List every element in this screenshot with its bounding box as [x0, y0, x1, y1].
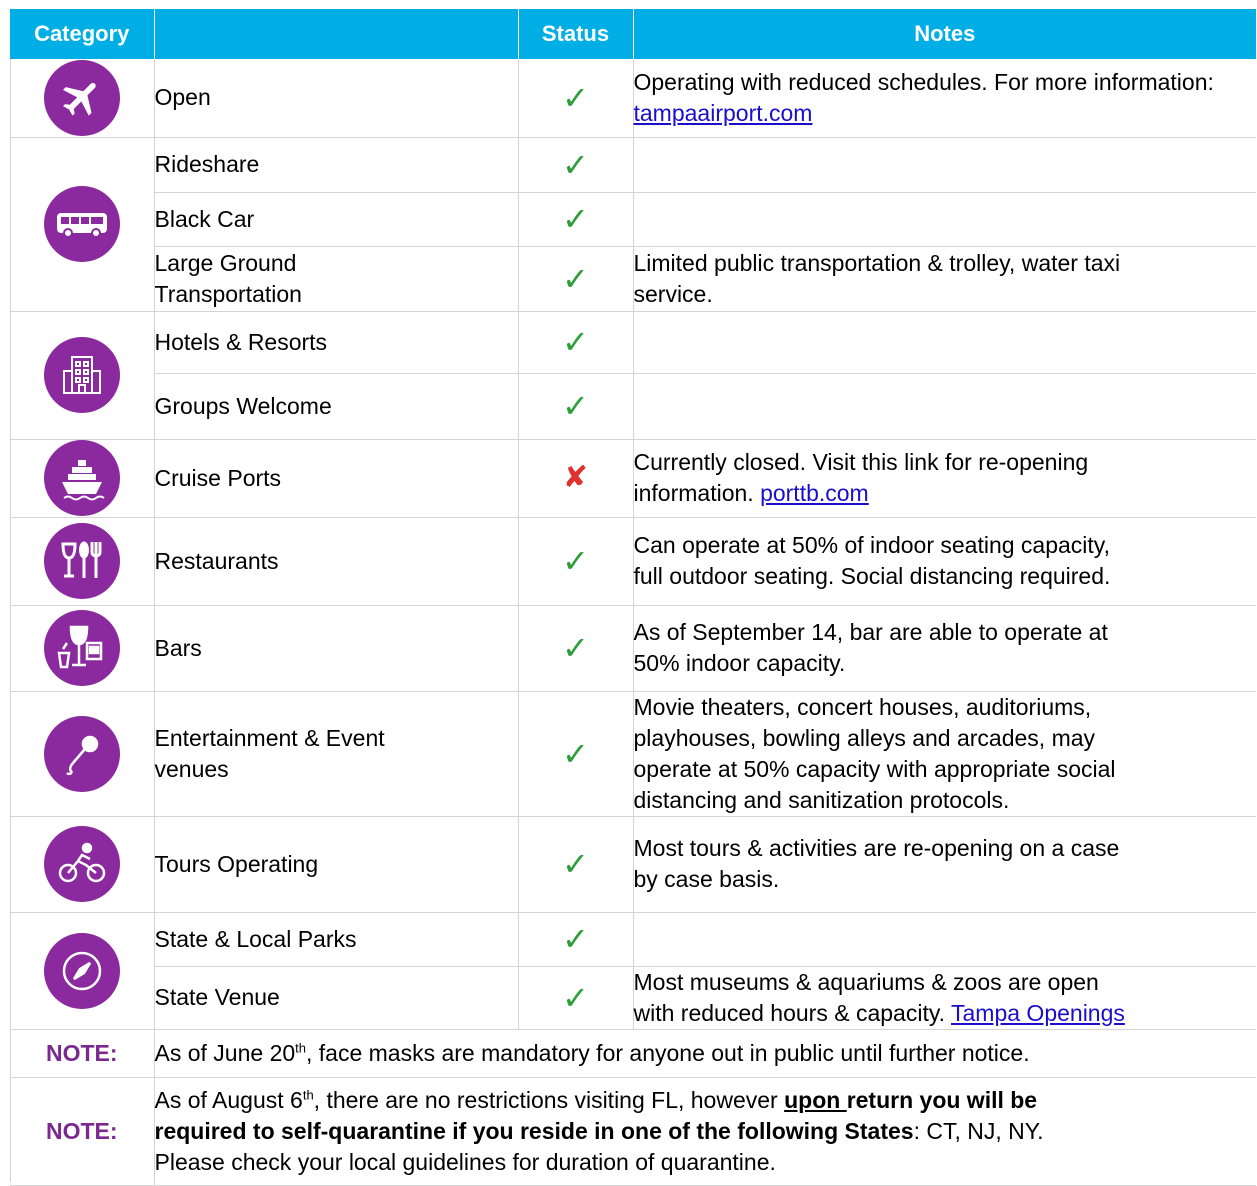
- table-row: Groups Welcome ✓: [10, 373, 1256, 440]
- table-row: Hotels & Resorts ✓: [10, 311, 1256, 440]
- notes-cell: Movie theaters, concert houses, auditori…: [633, 691, 1256, 817]
- status-check: ✓: [518, 373, 634, 440]
- cruise-category: [10, 439, 155, 518]
- notes-cell: As of September 14, bar are able to oper…: [633, 605, 1256, 692]
- note-row: NOTE: As of June 20th, face masks are ma…: [10, 1029, 1256, 1078]
- notes-cell: [633, 192, 1256, 247]
- porttb-link[interactable]: porttb.com: [760, 480, 869, 506]
- table-row: Black Car ✓: [10, 192, 1256, 247]
- note-text: As of August 6th, there are no restricti…: [154, 1077, 1256, 1186]
- parks-category: [10, 912, 155, 1030]
- table-row: Cruise Ports ✘ Currently closed. Visit t…: [10, 439, 1256, 518]
- table-row: Open ✓ Operating with reduced schedules.…: [10, 59, 1256, 138]
- header-notes: Notes: [633, 9, 1256, 59]
- note-text: As of June 20th, face masks are mandator…: [154, 1029, 1256, 1078]
- cyclist-icon: [43, 826, 120, 902]
- status-table: Category Status Notes Open ✓ Operating w…: [10, 9, 1256, 1186]
- item-label: Open: [154, 59, 519, 138]
- tours-category: [10, 816, 155, 913]
- building-icon: [43, 337, 120, 413]
- drinks-icon: [43, 610, 120, 686]
- notes-cell: [633, 311, 1256, 374]
- notes-cell: [633, 373, 1256, 440]
- table-row: Rideshare ✓: [10, 137, 1256, 312]
- dining-icon: [43, 523, 120, 599]
- airport-category: [10, 59, 155, 138]
- ship-icon: [43, 440, 120, 516]
- item-label: State Venue: [154, 966, 519, 1030]
- restaurants-category: [10, 517, 155, 606]
- status-cross: ✘: [518, 439, 634, 518]
- notes-cell: Most tours & activities are re-opening o…: [633, 816, 1256, 913]
- status-check: ✓: [518, 311, 634, 374]
- item-label: Restaurants: [154, 517, 519, 606]
- notes-cell: Can operate at 50% of indoor seating cap…: [633, 517, 1256, 606]
- status-check: ✓: [518, 605, 634, 692]
- note-label: NOTE:: [10, 1029, 155, 1078]
- item-label: Entertainment & Event venues: [154, 691, 519, 817]
- status-check: ✓: [518, 966, 634, 1030]
- notes-cell: Limited public transportation & trolley,…: [633, 246, 1256, 312]
- header-row: Category Status Notes: [10, 9, 1256, 59]
- note-label: NOTE:: [10, 1077, 155, 1186]
- status-check: ✓: [518, 517, 634, 606]
- tampaairport-link[interactable]: tampaairport.com: [634, 100, 813, 126]
- bars-category: [10, 605, 155, 692]
- ground-transport-category: [10, 137, 155, 312]
- item-label: Large Ground Transportation: [154, 246, 519, 312]
- bus-icon: [43, 186, 120, 262]
- entertainment-category: [10, 691, 155, 817]
- item-label: Tours Operating: [154, 816, 519, 913]
- notes-cell: Currently closed. Visit this link for re…: [633, 439, 1256, 518]
- notes-cell: Most museums & aquariums & zoos are open…: [633, 966, 1256, 1030]
- notes-cell: Operating with reduced schedules. For mo…: [633, 59, 1256, 138]
- item-label: Hotels & Resorts: [154, 311, 519, 374]
- table-row: Entertainment & Event venues ✓ Movie thea…: [10, 691, 1256, 817]
- status-check: ✓: [518, 912, 634, 967]
- table-row: Bars ✓ As of September 14, bar are able …: [10, 605, 1256, 692]
- status-check: ✓: [518, 137, 634, 193]
- table-row: Tours Operating ✓ Most tours & activitie…: [10, 816, 1256, 913]
- item-label: State & Local Parks: [154, 912, 519, 967]
- table-row: State & Local Parks ✓: [10, 912, 1256, 1030]
- microphone-icon: [43, 715, 120, 792]
- lodging-category: [10, 311, 155, 440]
- table-row: Restaurants ✓ Can operate at 50% of indo…: [10, 517, 1256, 606]
- item-label: Cruise Ports: [154, 439, 519, 518]
- header-category: Category: [10, 9, 155, 59]
- status-check: ✓: [518, 192, 634, 247]
- notes-cell: [633, 912, 1256, 967]
- airplane-icon: [43, 59, 120, 136]
- status-check: ✓: [518, 246, 634, 312]
- header-item: [154, 9, 519, 59]
- compass-icon: [43, 932, 120, 1009]
- item-label: Bars: [154, 605, 519, 692]
- item-label: Black Car: [154, 192, 519, 247]
- table-row: Large Ground Transportation ✓ Limited pub…: [10, 246, 1256, 312]
- table-row: State Venue ✓ Most museums & aquariums &…: [10, 966, 1256, 1030]
- item-label: Groups Welcome: [154, 373, 519, 440]
- notes-cell: [633, 137, 1256, 193]
- status-check: ✓: [518, 691, 634, 817]
- header-status: Status: [518, 9, 634, 59]
- item-label: Rideshare: [154, 137, 519, 193]
- tampa-openings-link[interactable]: Tampa Openings: [951, 1000, 1125, 1026]
- status-check: ✓: [518, 816, 634, 913]
- status-check: ✓: [518, 59, 634, 138]
- note-row: NOTE: As of August 6th, there are no res…: [10, 1077, 1256, 1186]
